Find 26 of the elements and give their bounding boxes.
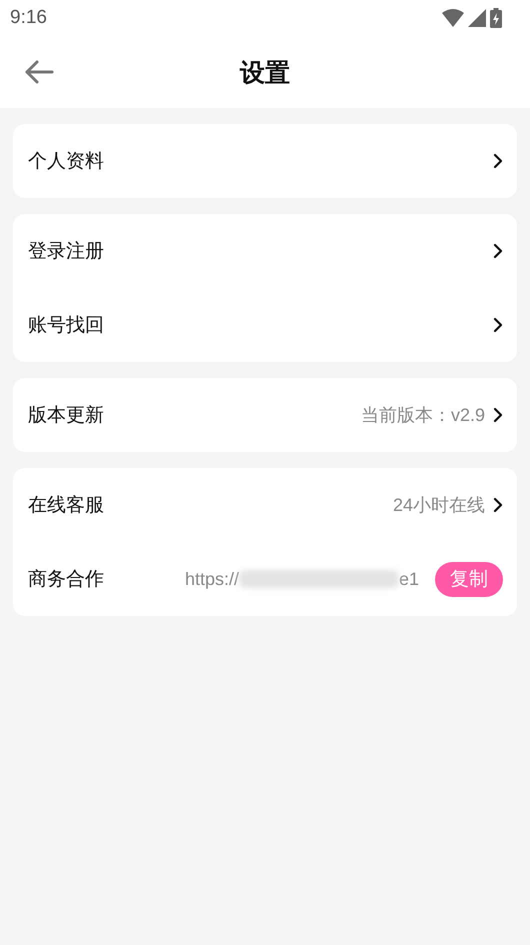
wifi-icon (442, 9, 464, 27)
row-label: 在线客服 (28, 493, 104, 518)
signal-icon (468, 9, 486, 27)
row-value: 当前版本：v2.9 (360, 404, 485, 427)
row-label: 账号找回 (28, 313, 104, 338)
settings-row[interactable]: 版本更新 当前版本：v2.9 (13, 378, 517, 452)
url-text: https:// (184, 568, 239, 590)
chevron-right-icon (493, 317, 503, 333)
row-label: 版本更新 (28, 403, 104, 428)
settings-row[interactable]: 在线客服 24小时在线 (13, 468, 517, 542)
status-time: 9:16 (10, 7, 47, 29)
row-label: 登录注册 (28, 239, 104, 264)
settings-row[interactable]: 账号找回 (13, 288, 517, 362)
chevron-right-icon (493, 153, 503, 169)
back-arrow-icon[interactable] (24, 60, 54, 84)
row-label: 商务合作 (28, 567, 104, 592)
settings-row[interactable]: 个人资料 (13, 124, 517, 198)
settings-row[interactable]: 登录注册 (13, 214, 517, 288)
row-label: 个人资料 (28, 149, 104, 174)
chevron-right-icon (493, 497, 503, 513)
chevron-right-icon (493, 243, 503, 259)
url-text: e1 (398, 568, 419, 590)
row-value: 24小时在线 (392, 494, 485, 517)
chevron-right-icon (493, 407, 503, 423)
page-title: 设置 (240, 56, 290, 88)
battery-icon (490, 8, 502, 28)
